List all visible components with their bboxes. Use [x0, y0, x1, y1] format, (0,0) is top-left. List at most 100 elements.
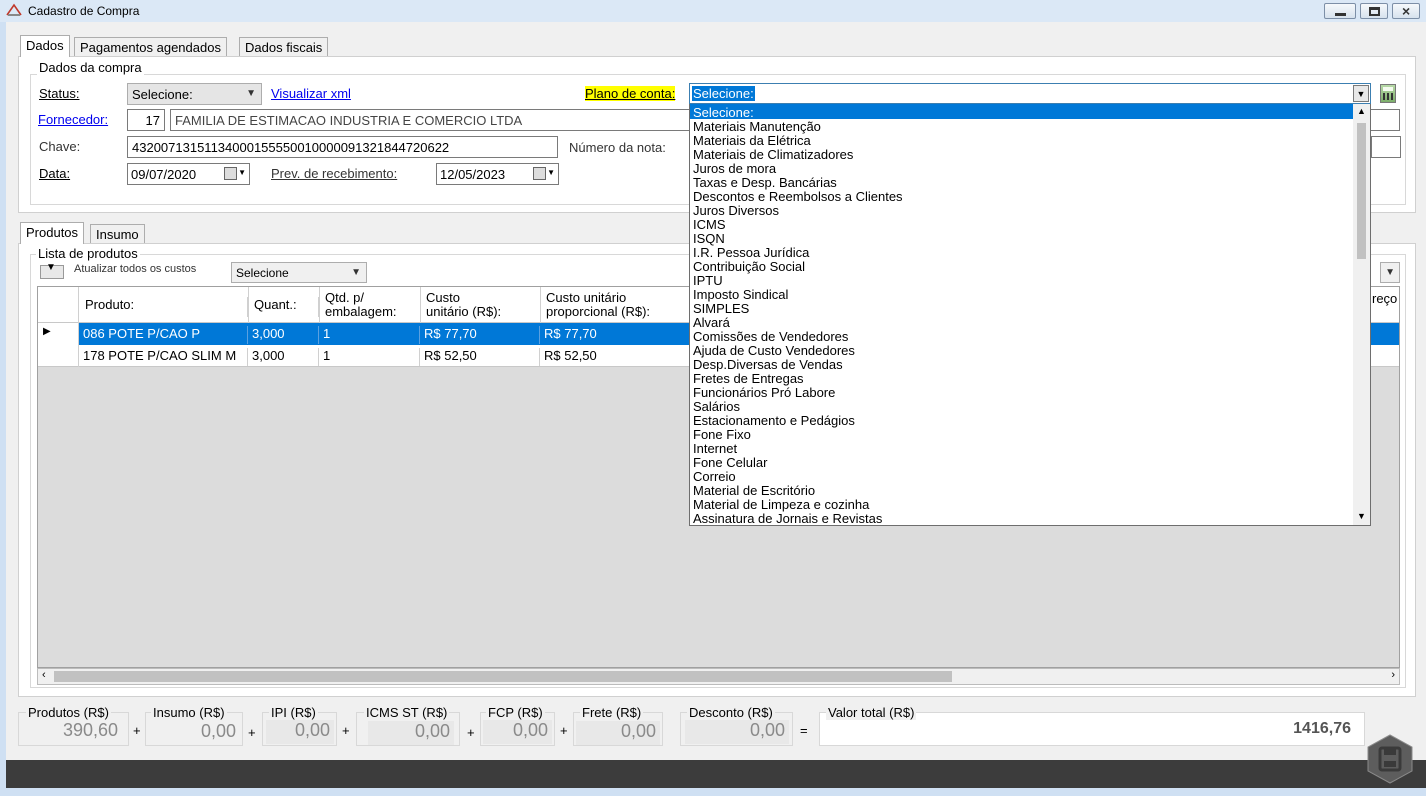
dropdown-vertical-scrollbar[interactable]: ▲ ▼	[1353, 104, 1370, 525]
header-produto[interactable]: Produto:	[79, 297, 248, 317]
dropdown-option[interactable]: SIMPLES	[693, 302, 749, 316]
dropdown-option[interactable]: Assinatura de Jornais e Revistas	[693, 512, 882, 526]
desconto-total-value: 0,00	[685, 720, 789, 744]
dropdown-option[interactable]: Salários	[693, 400, 740, 414]
dropdown-option[interactable]: Internet	[693, 442, 737, 456]
scrollbar-thumb[interactable]	[54, 671, 952, 682]
scrollbar-thumb[interactable]	[1357, 123, 1366, 259]
dropdown-option[interactable]: Fone Celular	[693, 456, 767, 470]
icms-st-total-value: 0,00	[368, 721, 454, 745]
dropdown-option[interactable]: Material de Escritório	[693, 484, 815, 498]
cell-custo[interactable]: R$ 77,70	[420, 326, 540, 344]
status-select[interactable]: Selecione: ▼	[127, 83, 262, 105]
fcp-total-label: FCP (R$)	[486, 705, 545, 720]
dropdown-selection-highlight	[690, 104, 1353, 119]
plus-sign: +	[133, 723, 141, 738]
fornecedor-link[interactable]: Fornecedor:	[38, 112, 108, 127]
expand-button[interactable]: ▼	[40, 262, 64, 279]
scroll-right-icon[interactable]: ›	[1391, 669, 1395, 681]
equals-sign: =	[800, 723, 808, 738]
fornecedor-id-field[interactable]: 17	[127, 109, 165, 131]
chevron-down-icon: ▼	[547, 168, 555, 177]
prev-recebimento-field[interactable]: 12/05/2023 ▼	[436, 163, 559, 185]
header-custo-line2[interactable]: unitário (R$):	[420, 304, 540, 319]
frete-total-value: 0,00	[576, 721, 660, 745]
dropdown-option[interactable]: IPTU	[693, 274, 723, 288]
header-qtd-line2[interactable]: embalagem:	[319, 304, 420, 319]
chave-field[interactable]: 4320071315113400015555001000009132184472…	[127, 136, 558, 158]
dropdown-option[interactable]: Juros Diversos	[693, 204, 779, 218]
cell-custo-prop[interactable]: R$ 77,70	[540, 326, 690, 344]
cell-qtd[interactable]: 1	[319, 348, 420, 366]
dropdown-option[interactable]: Materiais da Elétrica	[693, 134, 811, 148]
close-button[interactable]: ×	[1392, 3, 1420, 19]
dropdown-option[interactable]: Fone Fixo	[693, 428, 751, 442]
scroll-down-icon[interactable]: ▼	[1357, 511, 1366, 521]
tab-pagamentos-agendados[interactable]: Pagamentos agendados	[74, 37, 227, 57]
dropdown-option[interactable]: Fretes de Entregas	[693, 372, 804, 386]
dropdown-option[interactable]: ICMS	[693, 218, 726, 232]
dropdown-option[interactable]: Taxas e Desp. Bancárias	[693, 176, 837, 190]
header-quant[interactable]: Quant.:	[248, 297, 319, 317]
scroll-up-icon[interactable]: ▲	[1357, 106, 1366, 116]
cell-quant[interactable]: 3,000	[248, 348, 319, 366]
grid-horizontal-scrollbar[interactable]: ‹ ›	[37, 668, 1400, 685]
tab-dados-fiscais[interactable]: Dados fiscais	[239, 37, 329, 57]
dropdown-option[interactable]: Comissões de Vendedores	[693, 330, 848, 344]
calendar-icon[interactable]	[533, 167, 546, 180]
prev-recebimento-value: 12/05/2023	[440, 167, 506, 182]
dropdown-option[interactable]: ISQN	[693, 232, 725, 246]
header-custo-prop-line2[interactable]: proporcional (R$):	[540, 304, 690, 319]
dropdown-option[interactable]: Juros de mora	[693, 162, 776, 176]
tab-insumo[interactable]: Insumo	[90, 224, 145, 244]
custos-select-2[interactable]: ▼	[1380, 262, 1400, 283]
visualizar-xml-link[interactable]: Visualizar xml	[271, 86, 351, 101]
close-icon: ×	[1402, 3, 1411, 19]
custos-select[interactable]: Selecione ▼	[231, 262, 367, 283]
tab-produtos[interactable]: Produtos	[20, 222, 85, 244]
dropdown-option[interactable]: Material de Limpeza e cozinha	[693, 498, 869, 512]
scroll-left-icon[interactable]: ‹	[42, 669, 46, 681]
save-button[interactable]	[1366, 733, 1414, 785]
header-preco[interactable]: reço	[1368, 291, 1399, 311]
dropdown-option[interactable]: Estacionamento e Pedágios	[693, 414, 855, 428]
cell-produto[interactable]: 086 POTE P/CAO P	[79, 326, 248, 344]
dropdown-option[interactable]: Contribuição Social	[693, 260, 805, 274]
title-bar: Cadastro de Compra ×	[0, 0, 1426, 22]
plano-de-conta-select[interactable]: Selecione: ▼	[689, 83, 1371, 104]
dropdown-option[interactable]: Ajuda de Custo Vendedores	[693, 344, 855, 358]
plano-de-conta-dropdown-list[interactable]: Selecione: Materiais Manutenção Materiais …	[689, 103, 1371, 526]
chevron-down-icon[interactable]: ▼	[1353, 85, 1369, 102]
dropdown-option[interactable]: Imposto Sindical	[693, 288, 788, 302]
header-custo-prop-line1[interactable]: Custo unitário	[540, 290, 690, 305]
maximize-button[interactable]	[1360, 3, 1388, 19]
dropdown-option[interactable]: Funcionários Pró Labore	[693, 386, 835, 400]
dropdown-option-selected[interactable]: Selecione:	[693, 106, 754, 120]
numero-nota-field[interactable]	[1371, 136, 1401, 158]
tab-dados[interactable]: Dados	[20, 35, 70, 57]
cell-qtd[interactable]: 1	[319, 326, 420, 344]
data-field[interactable]: 09/07/2020 ▼	[127, 163, 250, 185]
header-custo-line1[interactable]: Custo	[420, 290, 540, 305]
caret-down-icon: ▼	[46, 262, 56, 273]
desconto-total-label: Desconto (R$)	[687, 705, 775, 720]
dropdown-option[interactable]: Descontos e Reembolsos a Clientes	[693, 190, 903, 204]
minimize-button[interactable]	[1324, 3, 1356, 19]
cell-produto[interactable]: 178 POTE P/CAO SLIM M	[79, 348, 248, 366]
status-select-value: Selecione:	[132, 87, 193, 102]
cell-custo-prop[interactable]: R$ 52,50	[540, 348, 690, 366]
calculator-icon[interactable]	[1380, 84, 1396, 103]
dropdown-option[interactable]: Desp.Diversas de Vendas	[693, 358, 843, 372]
dropdown-option[interactable]: I.R. Pessoa Jurídica	[693, 246, 809, 260]
dropdown-option[interactable]: Correio	[693, 470, 736, 484]
produtos-total-value: 390,60	[62, 720, 118, 740]
dropdown-option[interactable]: Materiais de Climatizadores	[693, 148, 853, 162]
dropdown-option[interactable]: Materiais Manutenção	[693, 120, 821, 134]
calendar-icon[interactable]	[224, 167, 237, 180]
dropdown-option[interactable]: Alvará	[693, 316, 730, 330]
cell-custo[interactable]: R$ 52,50	[420, 348, 540, 366]
chevron-down-icon: ▼	[351, 267, 361, 278]
cell-quant[interactable]: 3,000	[248, 326, 319, 344]
status-bar	[6, 760, 1426, 788]
header-qtd-line1[interactable]: Qtd. p/	[319, 290, 420, 305]
